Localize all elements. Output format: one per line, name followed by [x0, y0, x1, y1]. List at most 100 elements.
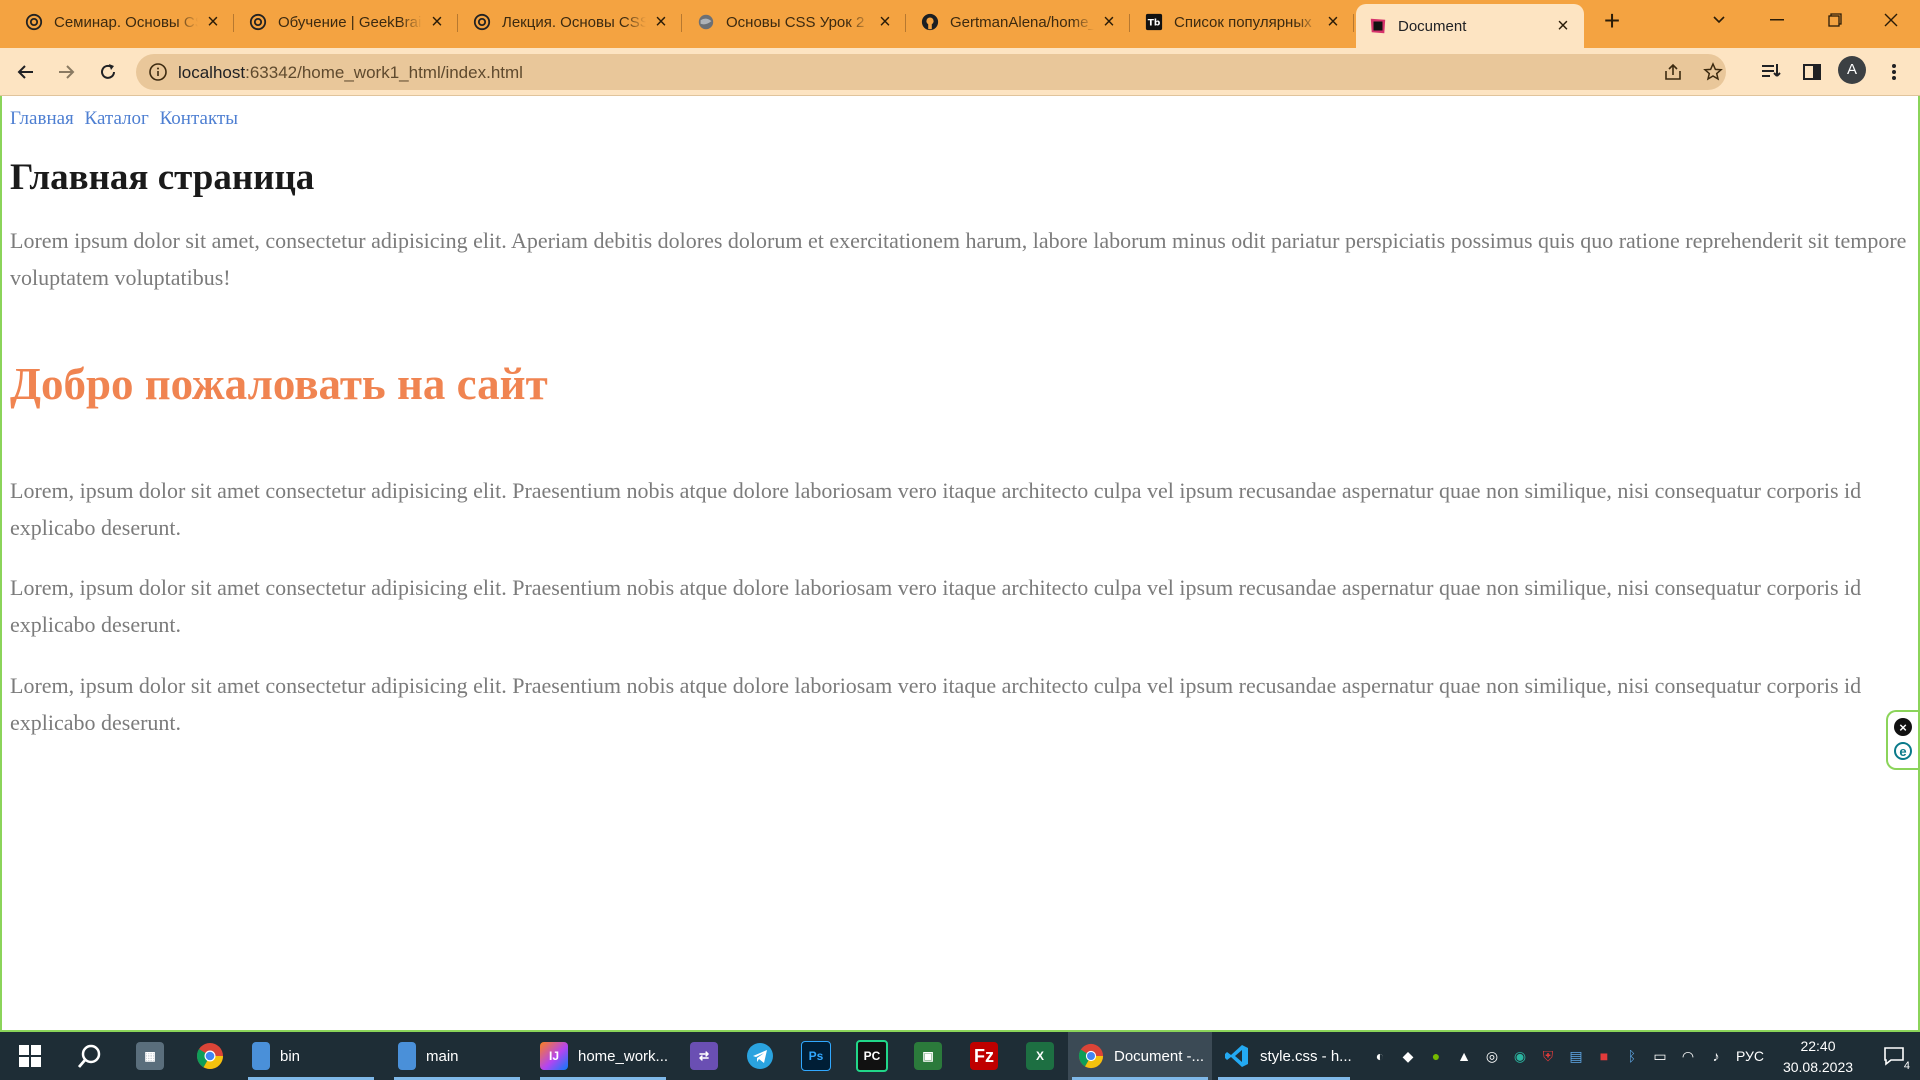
tab-title: Список популярных	[1174, 13, 1312, 31]
shield-icon[interactable]: ⛨	[1536, 1032, 1560, 1080]
site-nav: Главная Каталог Контакты	[10, 108, 244, 130]
clock-time: 22:40	[1800, 1038, 1836, 1054]
browser-tab-active[interactable]: Document ×	[1356, 4, 1584, 48]
url-host: localhost	[178, 63, 246, 82]
new-tab-button[interactable]: +	[1598, 7, 1626, 36]
language-indicator[interactable]: РУС	[1730, 1032, 1770, 1080]
openai-icon	[472, 12, 492, 32]
photoshop-button[interactable]: Ps	[792, 1032, 840, 1080]
pycharm-icon: PC	[856, 1040, 888, 1072]
browser-tab[interactable]: Семинар. Основы CSS ×	[12, 6, 234, 38]
taskbar-item-bin[interactable]: bin	[244, 1032, 378, 1080]
taskbar-item-chrome-document[interactable]: Document -...	[1068, 1032, 1212, 1080]
filezilla-button[interactable]: Fz	[960, 1032, 1008, 1080]
taskbar-item-vscode[interactable]: style.css - h...	[1214, 1032, 1354, 1080]
notification-center-button[interactable]: 4	[1872, 1032, 1916, 1080]
share-icon[interactable]	[1662, 61, 1684, 83]
intellij-icon: IJ	[540, 1042, 568, 1070]
page-viewport: Главная Каталог Контакты Главная страниц…	[0, 96, 1920, 1030]
svg-text:Tb: Tb	[1148, 19, 1161, 29]
tray-app-icon[interactable]: ◉	[1508, 1032, 1532, 1080]
nav-link-catalog[interactable]: Каталог	[85, 108, 149, 129]
browser-tab[interactable]: Основы CSS Урок 2 ×	[684, 6, 906, 38]
bluetooth-icon[interactable]: ᛒ	[1620, 1032, 1644, 1080]
browser-tab[interactable]: GertmanAlena/home_ ×	[908, 6, 1130, 38]
nav-link-contacts[interactable]: Контакты	[160, 108, 238, 129]
minimize-button[interactable]	[1748, 0, 1806, 40]
vm-app-button[interactable]: ▣	[904, 1032, 952, 1080]
taskbar-item-label: main	[426, 1047, 459, 1065]
tab-title: Лекция. Основы CSS	[502, 13, 646, 31]
nvidia-icon[interactable]: ●	[1424, 1032, 1448, 1080]
tray-app-icon[interactable]: ■	[1592, 1032, 1616, 1080]
body-paragraph: Lorem, ipsum dolor sit amet consectetur …	[10, 575, 1862, 637]
info-icon[interactable]	[148, 62, 168, 82]
tray-app-icon[interactable]: ◐	[1368, 1032, 1392, 1080]
body-paragraph: Lorem, ipsum dolor sit amet consectetur …	[10, 673, 1862, 735]
network-app-icon: ⇄	[690, 1042, 718, 1070]
battery-icon[interactable]: ▭	[1648, 1032, 1672, 1080]
browser-tab[interactable]: Лекция. Основы CSS ×	[460, 6, 682, 38]
volume-icon[interactable]: ♪	[1704, 1032, 1728, 1080]
address-bar[interactable]: localhost:63342/home_work1_html/index.ht…	[136, 54, 1726, 90]
clock-date: 30.08.2023	[1782, 1059, 1854, 1075]
close-icon[interactable]: ×	[1554, 16, 1572, 36]
extension-e-icon[interactable]: e	[1894, 742, 1912, 760]
nav-link-home[interactable]: Главная	[10, 108, 74, 129]
bookmark-star-icon[interactable]	[1702, 61, 1724, 83]
network-app-button[interactable]: ⇄	[680, 1032, 728, 1080]
restore-button[interactable]	[1806, 0, 1864, 40]
system-clock[interactable]: 22:40 30.08.2023	[1768, 1036, 1868, 1078]
chrome-icon	[196, 1043, 224, 1070]
excel-icon: X	[1026, 1042, 1054, 1070]
back-button[interactable]	[10, 56, 42, 88]
menu-kebab-icon[interactable]	[1882, 60, 1906, 84]
tab-title: Обучение | GeekBrains	[278, 13, 422, 31]
openai-icon	[24, 12, 44, 32]
close-icon[interactable]: ×	[652, 12, 670, 32]
notification-icon	[1884, 1047, 1904, 1066]
browser-tab[interactable]: Tb Список популярных ×	[1132, 6, 1354, 38]
taskbar-item-label: home_work...	[578, 1047, 669, 1065]
wifi-icon[interactable]: ◠	[1676, 1032, 1700, 1080]
close-window-button[interactable]	[1862, 0, 1920, 40]
folder-icon	[252, 1042, 270, 1070]
taskbar-item-label: bin	[280, 1047, 301, 1065]
close-icon[interactable]: ×	[876, 12, 894, 32]
close-icon[interactable]: ×	[428, 12, 446, 32]
excel-button[interactable]: X	[1016, 1032, 1064, 1080]
globe-icon	[696, 12, 716, 32]
windows-icon	[19, 1045, 41, 1067]
telegram-button[interactable]	[736, 1032, 784, 1080]
profile-avatar[interactable]: A	[1838, 56, 1866, 84]
camera-icon[interactable]: ◎	[1480, 1032, 1504, 1080]
close-icon[interactable]: ×	[204, 12, 222, 32]
tray-app-icon[interactable]: ▤	[1564, 1032, 1588, 1080]
close-icon[interactable]: ×	[1100, 12, 1118, 32]
taskbar-item-intellij[interactable]: IJ home_work...	[536, 1032, 670, 1080]
close-icon[interactable]: ×	[1894, 718, 1912, 736]
chrome-pinned-button[interactable]	[186, 1032, 234, 1080]
forward-button[interactable]	[50, 56, 82, 88]
tray-app-icon[interactable]: ◆	[1396, 1032, 1420, 1080]
search-button[interactable]	[66, 1032, 114, 1080]
tab-title: GertmanAlena/home_	[950, 13, 1094, 31]
pycharm-button[interactable]: PC	[848, 1032, 896, 1080]
tab-search-chevron-icon[interactable]	[1690, 0, 1748, 40]
browser-tab[interactable]: Обучение | GeekBrains ×	[236, 6, 458, 38]
folder-icon	[398, 1042, 416, 1070]
tray-app-icon[interactable]: ▲	[1452, 1032, 1476, 1080]
calculator-button[interactable]: ▦	[126, 1032, 174, 1080]
body-paragraph: Lorem, ipsum dolor sit amet consectetur …	[10, 478, 1862, 540]
close-icon[interactable]: ×	[1324, 12, 1342, 32]
search-icon	[77, 1044, 101, 1068]
reload-button[interactable]	[92, 56, 124, 88]
page-title: Главная страница	[10, 157, 315, 198]
side-panel-icon[interactable]	[1800, 60, 1824, 84]
reading-list-icon[interactable]	[1760, 60, 1784, 84]
start-button[interactable]	[8, 1032, 52, 1080]
taskbar-item-main[interactable]: main	[390, 1032, 524, 1080]
vscode-icon	[1225, 1045, 1248, 1067]
github-icon	[920, 12, 940, 32]
url-text[interactable]: localhost:63342/home_work1_html/index.ht…	[178, 63, 523, 83]
